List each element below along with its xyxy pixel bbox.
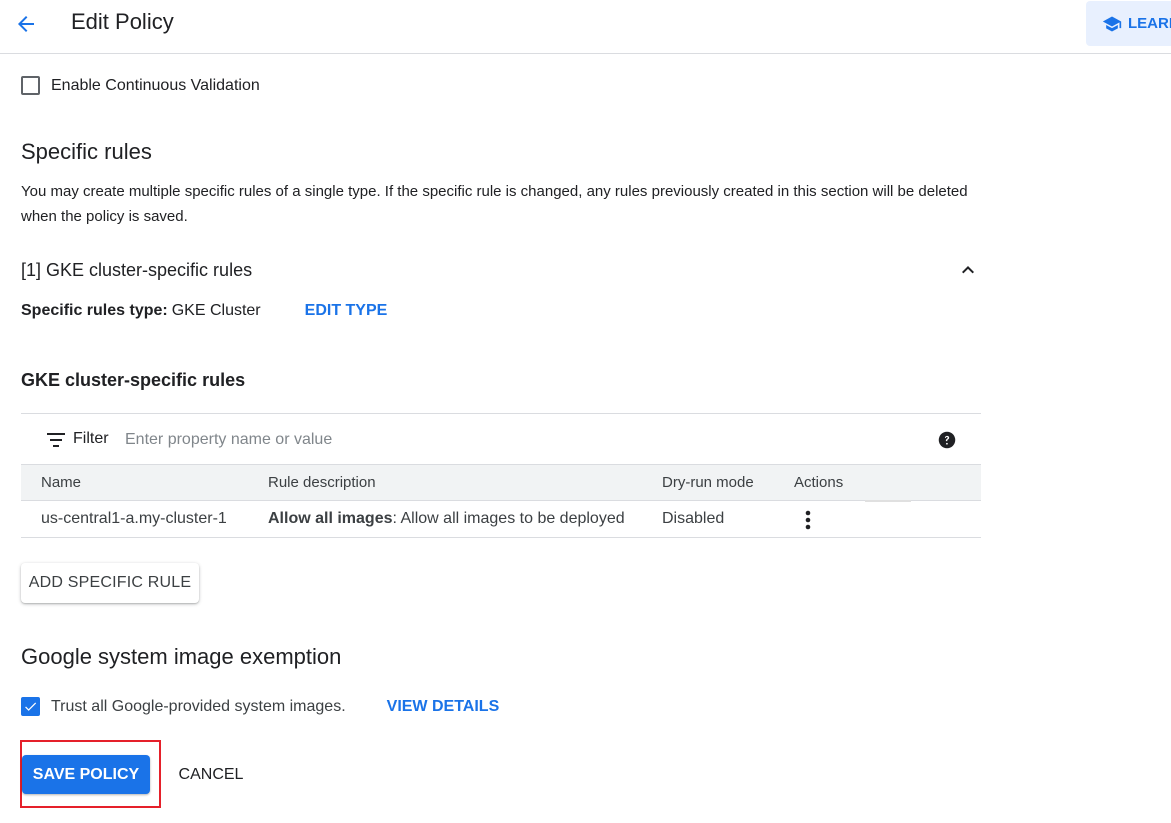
rules-type-value: GKE Cluster [171,302,261,319]
continuous-validation-label: Enable Continuous Validation [51,76,260,94]
trust-row: Trust all Google-provided system images.… [21,697,499,716]
school-icon [1102,16,1122,31]
rules-type-key: Specific rules type: [21,302,168,319]
add-specific-rule-button[interactable]: ADD SPECIFIC RULE [21,563,199,603]
continuous-validation-row: Enable Continuous Validation [21,76,260,95]
cell-name: us-central1-a.my-cluster-1 [41,510,227,527]
row-actions-button[interactable] [796,509,820,531]
cell-rule-name: Allow all images [268,510,393,527]
specific-rules-heading: Specific rules [21,139,152,164]
trust-google-images-checkbox[interactable] [21,697,40,716]
table-header: Name Rule description Dry-run mode Actio… [21,465,981,502]
rules-table: Filter Name Rule description Dry-run mod… [21,413,981,538]
filter-icon [47,433,65,447]
table-row: us-central1-a.my-cluster-1 Allow all ima… [21,501,981,538]
page-title: Edit Policy [71,9,174,34]
specific-rules-description: You may create multiple specific rules o… [21,183,968,225]
header-bar: Edit Policy LEARN [0,0,1171,54]
column-header-actions: Actions [794,474,844,491]
save-policy-button[interactable]: SAVE POLICY [22,755,150,794]
more-vert-icon [805,510,811,530]
cancel-button[interactable]: CANCEL [170,755,252,794]
view-details-button[interactable]: VIEW DETAILS [387,698,500,716]
arrow-back-icon [18,16,34,32]
column-header-name[interactable]: Name [41,474,81,491]
exemption-heading: Google system image exemption [21,644,342,669]
column-header-dry-run[interactable]: Dry-run mode [662,474,754,491]
chevron-up-icon [962,266,974,274]
trust-google-images-label: Trust all Google-provided system images. [51,697,346,715]
cell-rule-description: Allow all images: Allow all images to be… [268,510,625,528]
help-icon[interactable] [938,431,956,449]
check-icon [25,702,37,711]
cell-rule-detail: : Allow all images to be deployed [392,510,625,527]
learn-label: LEARN [1128,15,1171,32]
filter-label: Filter [73,430,109,447]
filter-input[interactable] [125,426,825,454]
cell-dry-run: Disabled [662,510,725,527]
collapse-button[interactable] [955,257,981,283]
learn-button[interactable]: LEARN [1086,1,1171,46]
back-button[interactable] [10,8,42,40]
gke-rules-heading: GKE cluster-specific rules [21,370,246,390]
edit-type-button[interactable]: EDIT TYPE [305,302,388,320]
continuous-validation-checkbox[interactable] [21,76,40,95]
rules-type-row: Specific rules type: GKE Cluster EDIT TY… [21,302,387,320]
rules-group-title: [1] GKE cluster-specific rules [21,259,253,280]
column-header-rule-description[interactable]: Rule description [268,474,376,491]
filter-bar: Filter [21,413,981,465]
rules-group-header[interactable]: [1] GKE cluster-specific rules [21,257,981,283]
